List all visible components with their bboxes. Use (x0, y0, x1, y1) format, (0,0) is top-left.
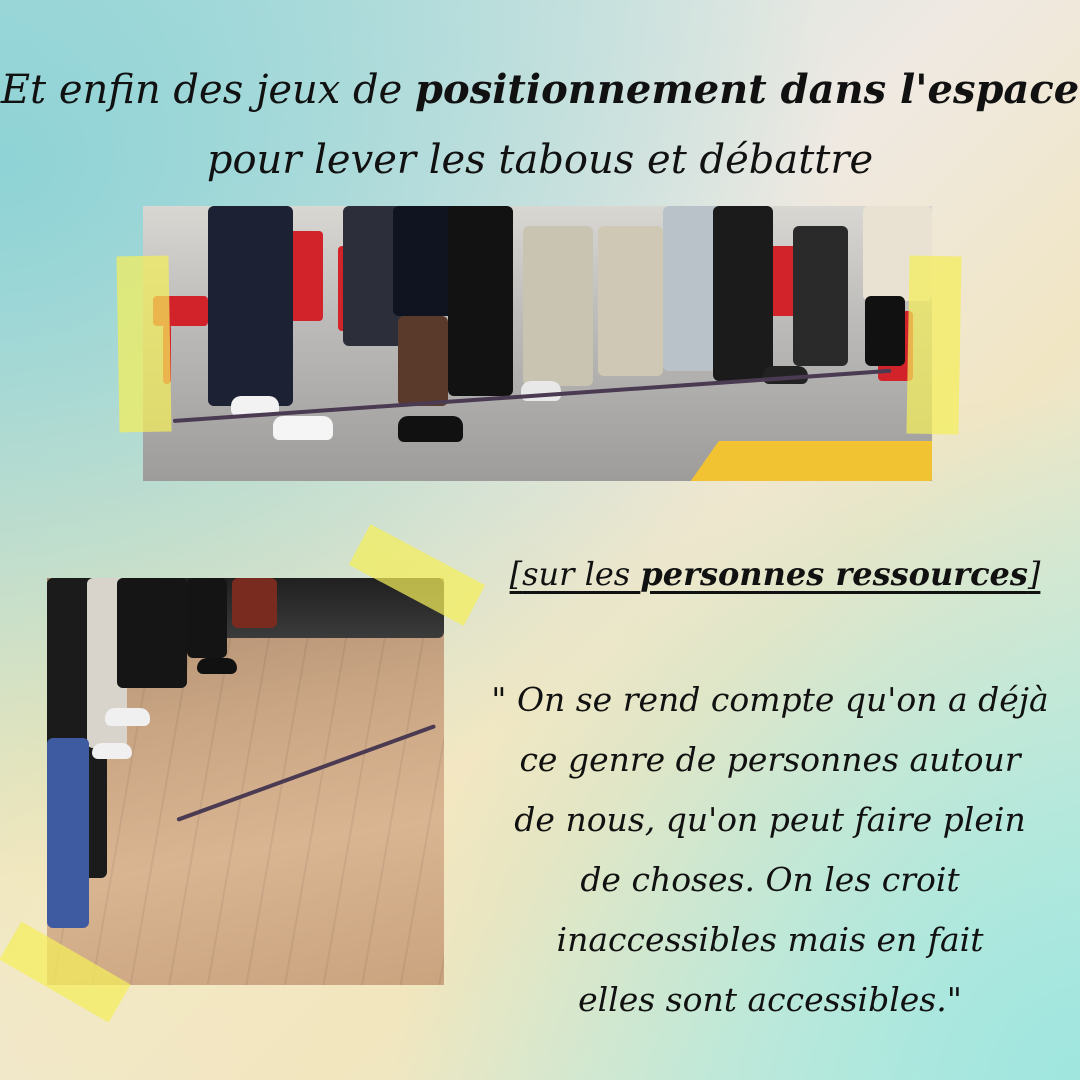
sneaker (273, 416, 333, 440)
subtitle-bold: personnes ressources (640, 555, 1028, 593)
sneaker (197, 658, 237, 674)
quote-line: de choses. On les croit (580, 860, 960, 899)
person-legs (398, 316, 448, 406)
person-legs (865, 296, 905, 366)
photo-wooden-floor (47, 578, 444, 985)
subtitle-open-bracket: [ (509, 555, 523, 593)
tape-strip (906, 255, 962, 435)
subtitle: [sur les personnes ressources] (470, 550, 1080, 598)
subtitle-prefix: sur les (522, 555, 641, 593)
title-line-1: Et enfin des jeux de positionnement dans… (0, 62, 1080, 118)
subtitle-close-bracket: ] (1027, 555, 1041, 593)
sneaker (398, 416, 463, 442)
quote-line: ce genre de personnes autour (519, 740, 1021, 779)
quote-line: de nous, qu'on peut faire plein (514, 800, 1026, 839)
quote-line: " On se rend compte qu'on a déjà (491, 680, 1049, 719)
photo-group-standing (143, 206, 932, 481)
title-line-2: pour lever les tabous et débattre (206, 137, 874, 183)
person-legs (232, 578, 277, 628)
sneaker (92, 743, 132, 759)
person-legs (793, 226, 848, 366)
tape-strip (116, 255, 172, 433)
person-legs (187, 578, 227, 658)
person-legs (208, 206, 293, 406)
quote-line: elles sont accessibles." (578, 980, 962, 1019)
floor-stripe (687, 441, 932, 481)
person-legs (117, 578, 187, 688)
title-prefix: Et enfin des jeux de (0, 67, 416, 113)
person-legs (598, 226, 663, 376)
quote-line: inaccessibles mais en fait (556, 920, 984, 959)
quote: " On se rend compte qu'on a déjà ce genr… (470, 670, 1070, 1030)
person-legs (47, 738, 89, 928)
title-bold: positionnement dans l'espace (415, 66, 1080, 113)
person-legs (523, 226, 593, 386)
sneaker (105, 708, 150, 726)
person-legs (448, 206, 513, 396)
person-legs (713, 206, 773, 381)
rope (176, 724, 437, 822)
